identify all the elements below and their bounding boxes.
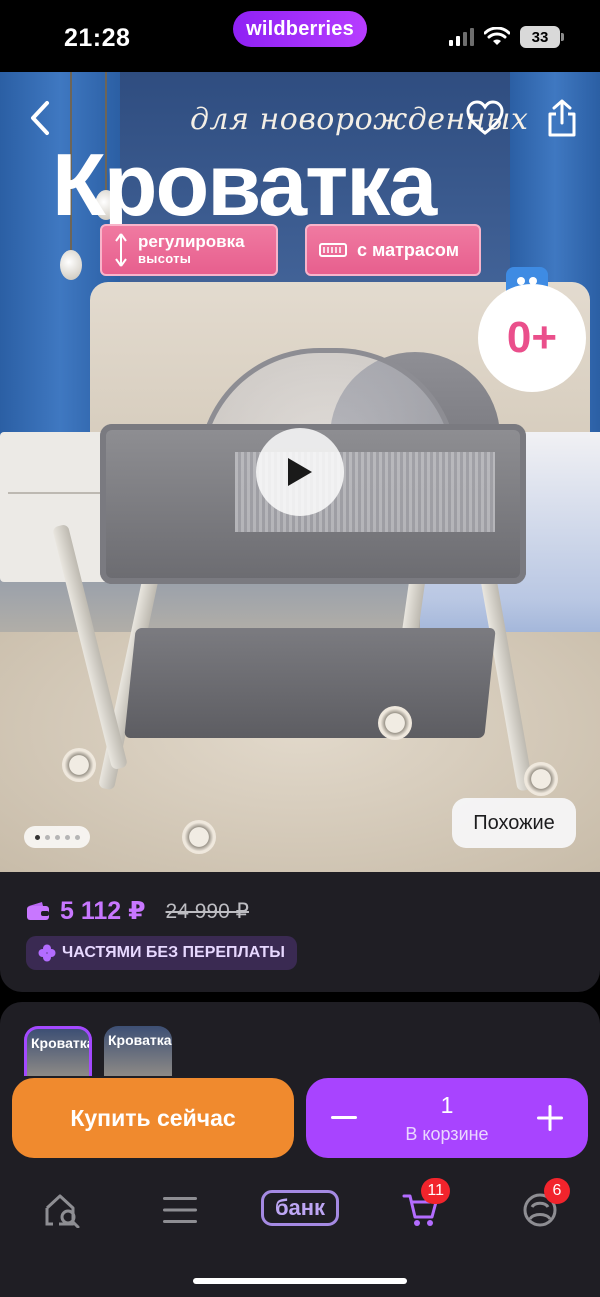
badge-mattress-label: с матрасом [357, 239, 460, 260]
thumbnail-label: Кроватка [31, 1035, 92, 1051]
status-indicators: 33 [449, 26, 564, 48]
pagination-dot [34, 834, 40, 840]
brand-logo[interactable]: wildberries [233, 11, 367, 47]
cart-count-badge: 11 [421, 1178, 450, 1204]
price-old: 24 990 ₽ [165, 899, 249, 923]
lamp-bulb [60, 250, 82, 280]
heart-icon [466, 100, 504, 135]
tab-catalog[interactable] [156, 1186, 204, 1234]
badge-height-line1: регулировка [138, 232, 245, 251]
thumbnail-selected[interactable]: Кроватка [24, 1026, 92, 1076]
crib-wheel [524, 762, 558, 796]
status-time: 21:28 [64, 24, 131, 52]
price-current: 5 112 ₽ [60, 897, 146, 925]
status-bar: 21:28 wildberries 33 [0, 0, 600, 72]
home-indicator [193, 1278, 407, 1284]
mattress-icon [319, 243, 347, 257]
back-button[interactable] [22, 98, 58, 138]
badge-height-adjust: регулировка высоты [100, 224, 278, 276]
crib-wheel [62, 748, 96, 782]
plus-icon [537, 1105, 563, 1131]
price-row: 5 112 ₽ 24 990 ₽ [26, 896, 249, 926]
tab-home-search[interactable] [38, 1186, 86, 1234]
crib-wheel [182, 820, 216, 854]
tab-cart[interactable]: 11 [396, 1178, 450, 1234]
cart-quantity-control: 1 В корзине [306, 1078, 588, 1158]
tab-bank[interactable]: банк [261, 1190, 339, 1226]
product-gallery[interactable]: для новорожденных Кроватка регулировка в… [0, 72, 600, 872]
play-video-button[interactable] [256, 428, 344, 516]
similar-button[interactable]: Похожие [452, 798, 576, 848]
battery-indicator: 33 [520, 26, 564, 48]
bottom-tab-bar: банк 11 6 [0, 1172, 600, 1252]
badge-mattress: с матрасом [305, 224, 481, 276]
badge-height-line2: высоты [138, 251, 192, 266]
thumbnail-label: Кроватка [108, 1032, 172, 1048]
pagination-dot [54, 834, 60, 840]
home-search-icon [45, 1194, 80, 1228]
profile-notification-badge: 6 [544, 1178, 570, 1204]
hero-title: Кроватка [52, 135, 437, 234]
chevron-left-icon [31, 101, 49, 135]
price-card: 5 112 ₽ 24 990 ₽ ЧАСТЯМИ БЕЗ ПЕРЕПЛАТЫ [0, 872, 600, 992]
buy-now-button[interactable]: Купить сейчас [12, 1078, 294, 1158]
pagination-dot [44, 834, 50, 840]
clover-icon [38, 944, 56, 962]
pagination-dot [74, 834, 80, 840]
arrows-vertical-icon [115, 233, 127, 267]
wifi-icon [484, 27, 510, 45]
increase-quantity-button[interactable] [532, 1100, 568, 1136]
play-icon [288, 458, 312, 486]
installment-badge[interactable]: ЧАСТЯМИ БЕЗ ПЕРЕПЛАТЫ [26, 936, 297, 970]
crib-shelf [124, 628, 496, 738]
age-rating-badge: 0+ [484, 290, 580, 386]
share-button[interactable] [540, 96, 584, 140]
installment-label: ЧАСТЯМИ БЕЗ ПЕРЕПЛАТЫ [62, 944, 285, 961]
favorite-button[interactable] [466, 100, 504, 136]
bg-nightstand [0, 432, 112, 582]
age-rating-label: 0+ [506, 313, 558, 362]
share-icon [548, 99, 576, 137]
gallery-pagination [24, 826, 90, 848]
menu-icon [163, 1197, 197, 1223]
signal-icon [449, 28, 474, 46]
wallet-icon [27, 902, 49, 920]
crib-wheel [378, 706, 412, 740]
tab-profile[interactable]: 6 [516, 1178, 570, 1234]
pagination-dot [64, 834, 70, 840]
thumbnail[interactable]: Кроватка [104, 1026, 172, 1076]
